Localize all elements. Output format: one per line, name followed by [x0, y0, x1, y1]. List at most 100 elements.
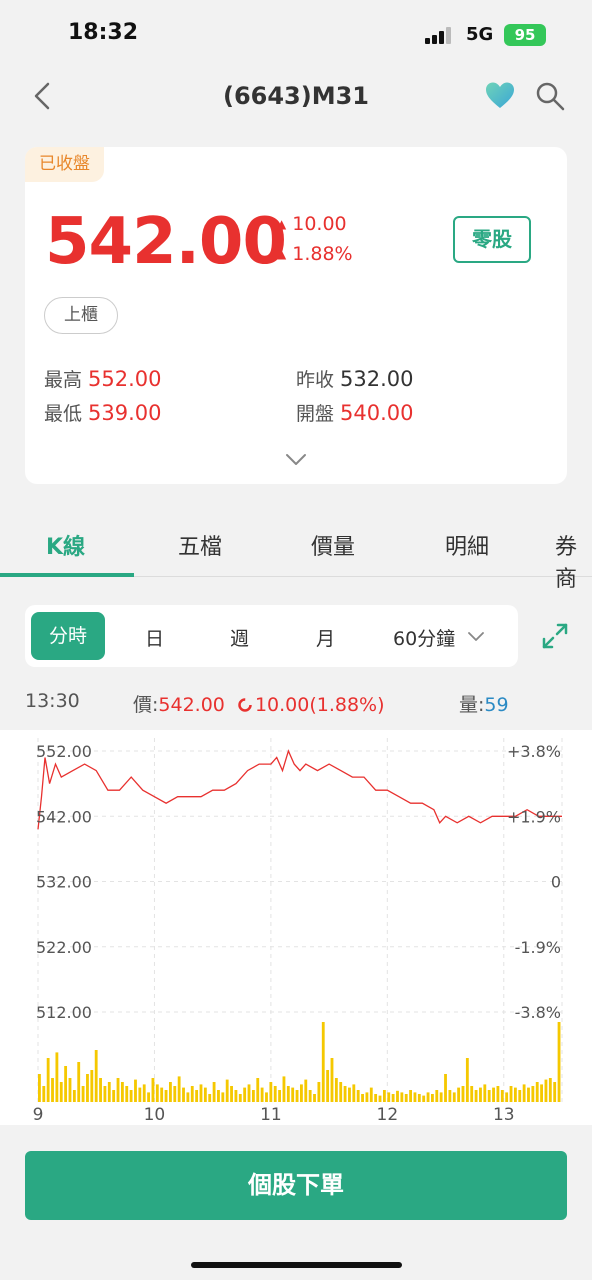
tab-brokers[interactable]: 券商 — [555, 529, 592, 593]
y-tick-label-right: -1.9% — [515, 938, 561, 957]
volume-bar — [540, 1084, 544, 1102]
tab-details[interactable]: 明細 — [445, 529, 489, 561]
x-tick-label: 11 — [260, 1105, 282, 1125]
volume-bar — [444, 1074, 447, 1102]
volume-bar — [548, 1078, 552, 1102]
volume-value: 59 — [484, 694, 509, 716]
volume-bar — [300, 1084, 303, 1102]
volume-bar — [439, 1092, 443, 1102]
period-intraday[interactable]: 分時 — [31, 612, 105, 660]
volume-bar — [505, 1092, 509, 1102]
volume-bar — [173, 1086, 177, 1102]
volume-bar — [365, 1092, 369, 1102]
heart-icon[interactable] — [484, 80, 516, 110]
volume-bar — [278, 1090, 282, 1102]
volume-bar — [391, 1094, 395, 1102]
volume-bar — [553, 1082, 557, 1102]
volume-bar — [286, 1086, 290, 1102]
volume-bar — [531, 1086, 535, 1102]
volume-bar — [90, 1070, 94, 1102]
volume-bar — [308, 1090, 312, 1102]
volume-bar — [225, 1079, 229, 1102]
volume-bar — [169, 1082, 172, 1102]
volume-bar — [273, 1086, 277, 1102]
volume-bar — [396, 1090, 399, 1102]
period-month[interactable]: 月 — [316, 624, 335, 651]
volume-bar — [190, 1086, 194, 1102]
volume-bar — [496, 1086, 500, 1102]
volume-bar — [59, 1082, 63, 1102]
search-icon[interactable] — [534, 80, 566, 112]
volume-bar — [461, 1086, 465, 1102]
volume-bar — [142, 1084, 146, 1102]
chart-svg: 552.00 542.00 532.00 522.00 512.00 +3.8% +1.9%… — [33, 738, 563, 1125]
volume-bar — [479, 1087, 482, 1102]
price-change: ▲ 10.00 — [277, 213, 347, 235]
volume-bar — [404, 1094, 408, 1102]
prev-close-stat: 昨收 532.00 — [296, 365, 414, 392]
volume-bar — [125, 1086, 129, 1102]
chevron-down-icon[interactable] — [284, 452, 308, 468]
volume-bar — [321, 1022, 325, 1102]
change-indicator-icon — [238, 698, 252, 712]
volume-bar — [291, 1087, 295, 1102]
fullscreen-icon[interactable] — [541, 622, 569, 650]
odd-lot-button[interactable]: 零股 — [453, 216, 531, 263]
volume-bar — [448, 1090, 452, 1102]
up-triangle-icon: ▲ — [277, 247, 287, 261]
nav-bar: (6643)M31 — [0, 64, 592, 128]
volume-bar — [400, 1092, 404, 1102]
tab-price-volume[interactable]: 價量 — [311, 529, 355, 561]
low-value: 539.00 — [88, 401, 162, 425]
chart-cursor-time: 13:30 — [25, 690, 80, 712]
tab-kline[interactable]: K線 — [46, 529, 85, 561]
home-indicator — [191, 1262, 402, 1268]
volume-bar — [86, 1074, 89, 1102]
volume-bar — [112, 1090, 116, 1102]
volume-bar — [221, 1092, 225, 1102]
volume-label: 量: — [459, 694, 485, 716]
price-change-percent-value: 1.88% — [292, 243, 353, 265]
volume-bar — [369, 1087, 373, 1102]
volume-bar — [256, 1078, 260, 1102]
price-line — [37, 749, 562, 830]
period-60min[interactable]: 60分鐘 — [393, 624, 485, 651]
volume-bar — [348, 1087, 351, 1102]
volume-bar — [260, 1087, 264, 1102]
y-tick-label-right: +1.9% — [507, 807, 561, 826]
volume-bar — [527, 1087, 530, 1102]
x-tick-label: 10 — [144, 1105, 166, 1125]
volume-bar — [203, 1087, 207, 1102]
prev-close-label: 昨收 — [296, 369, 335, 391]
volume-bar — [103, 1086, 107, 1102]
y-tick-label-left: 512.00 — [36, 1003, 92, 1022]
volume-bar — [544, 1079, 548, 1102]
volume-bar — [155, 1084, 159, 1102]
volume-bar — [313, 1094, 316, 1102]
period-day[interactable]: 日 — [145, 624, 164, 651]
volume-bar — [487, 1090, 491, 1102]
period-week[interactable]: 週 — [230, 624, 249, 651]
volume-bar — [186, 1092, 190, 1102]
open-label: 開盤 — [296, 403, 335, 425]
volume-bar — [147, 1092, 151, 1102]
volume-bar — [129, 1090, 133, 1102]
volume-bar — [470, 1086, 474, 1102]
stock-order-button[interactable]: 個股下單 — [25, 1151, 567, 1220]
price-label: 價: — [133, 694, 159, 716]
volume-bar — [356, 1090, 360, 1102]
volume-bar — [160, 1087, 164, 1102]
volume-bar — [457, 1087, 461, 1102]
tab-order-book[interactable]: 五檔 — [178, 529, 222, 561]
y-tick-label-right: -3.8% — [515, 1003, 561, 1022]
x-tick-label: 13 — [493, 1105, 515, 1125]
intraday-chart[interactable]: 552.00 542.00 532.00 522.00 512.00 +3.8% +1.9%… — [0, 730, 592, 1125]
volume-bar — [42, 1086, 46, 1102]
tab-indicator — [0, 573, 134, 577]
volume-bar — [409, 1090, 413, 1102]
status-time: 18:32 — [68, 20, 139, 45]
open-value: 540.00 — [340, 401, 414, 425]
volume-bar — [535, 1082, 539, 1102]
volume-bar — [72, 1090, 76, 1102]
volume-bar — [387, 1092, 391, 1102]
